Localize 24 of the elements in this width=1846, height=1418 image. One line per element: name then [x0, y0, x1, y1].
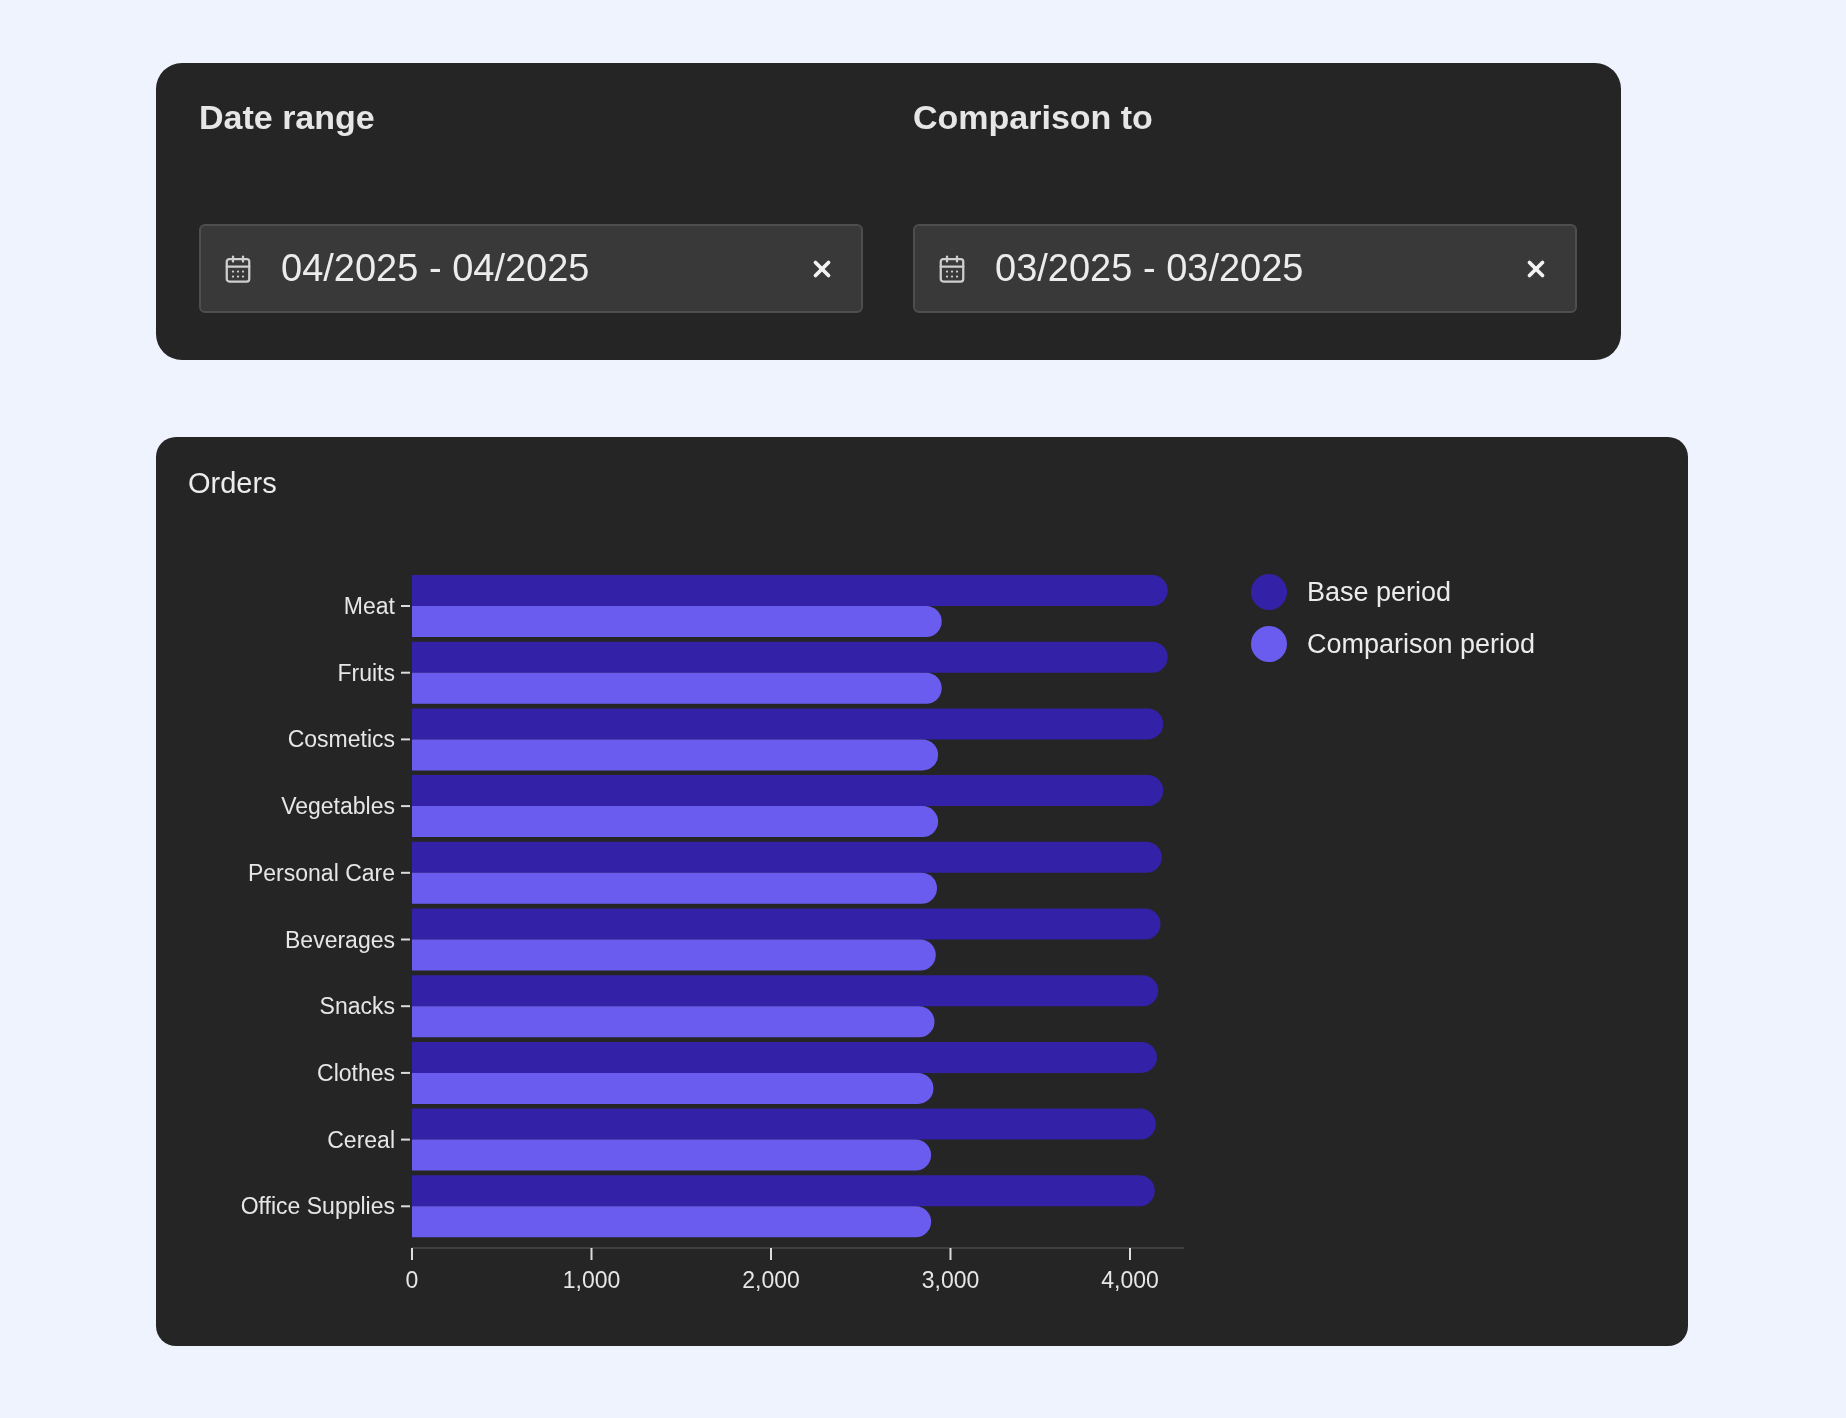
legend-label: Comparison period: [1307, 628, 1536, 660]
filter-label: Date range: [199, 97, 376, 137]
filter-label: Comparison to: [913, 97, 1154, 137]
chart-title: Orders: [188, 466, 278, 501]
category-label: Vegetables: [281, 793, 395, 820]
date-range-field[interactable]: 04/2025 - 04/2025: [199, 224, 863, 313]
category-label: Fruits: [337, 659, 395, 686]
axis-tick-label: 2,000: [742, 1267, 800, 1293]
legend-label: Base period: [1307, 576, 1452, 608]
axis-tick-label: 1,000: [562, 1267, 621, 1293]
category-label: Office Supplies: [240, 1193, 395, 1220]
category-label: Cereal: [327, 1126, 395, 1153]
date-range-field[interactable]: 03/2025 - 03/2025: [913, 224, 1577, 313]
axis-tick-label: 4,000: [1101, 1267, 1159, 1293]
category-label: Meat: [343, 593, 395, 619]
category-label: Clothes: [317, 1059, 395, 1086]
calendar-icon: [937, 253, 967, 284]
calendar-icon: [223, 253, 253, 284]
category-label: Cosmetics: [287, 726, 395, 753]
category-label: Snacks: [319, 993, 395, 1020]
axis-tick-label: 0: [405, 1267, 419, 1293]
category-label: Beverages: [285, 926, 395, 953]
category-label: Personal Care: [247, 859, 395, 886]
axis-tick-label: 3,000: [921, 1267, 980, 1293]
